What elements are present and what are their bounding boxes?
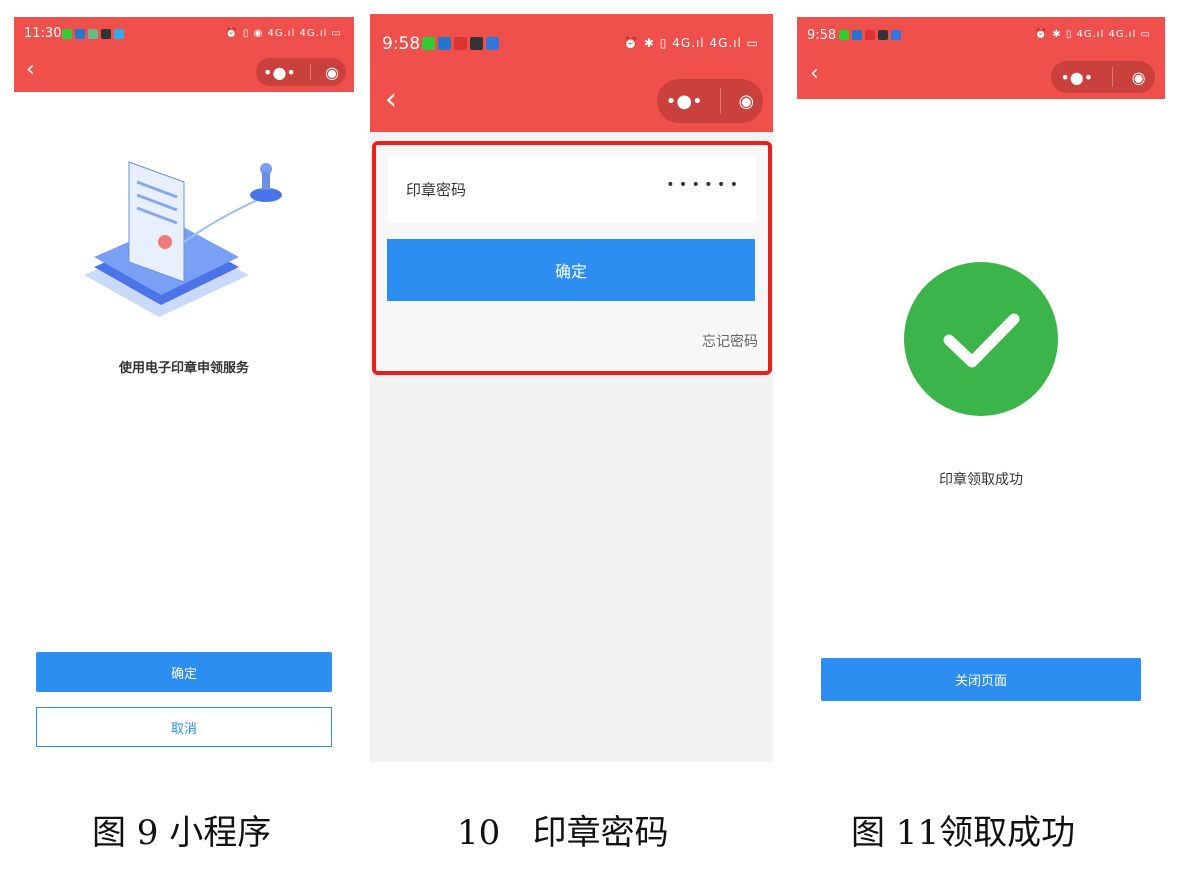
status-icons: ⏰ ▯ ◉ 4G.ıl 4G.ıl ▭ [225,28,342,39]
notification-icons [839,30,901,40]
password-form: 印章密码 • • • • • • 确定 忘记密码 [372,141,772,375]
success-check-icon [904,262,1058,416]
more-icon[interactable]: •●• [263,63,296,82]
nav-header: 9:58 ⏰ ✱ ▯ 4G.ıl 4G.ıl ▭ ‹ •●• ◉ [797,17,1165,99]
seal-illustration [84,161,282,317]
back-icon[interactable]: ‹ [385,82,397,117]
status-time: 9:58 [382,34,421,54]
phone-screen-success: 9:58 ⏰ ✱ ▯ 4G.ıl 4G.ıl ▭ ‹ •●• ◉ 印章领取成功 关… [797,17,1165,765]
close-target-icon[interactable]: ◉ [1132,68,1146,87]
password-input[interactable]: • • • • • • [666,177,738,193]
capsule-menu[interactable]: •●• ◉ [256,58,346,86]
nav-header: 11:30 ⏰ ▯ ◉ 4G.ıl 4G.ıl ▭ ‹ •●• ◉ [14,17,354,92]
back-icon[interactable]: ‹ [26,57,35,82]
capsule-menu[interactable]: •●• ◉ [657,79,763,123]
service-message: 使用电子印章申领服务 [118,361,249,376]
phone-screen-mini-program: 11:30 ⏰ ▯ ◉ 4G.ıl 4G.ıl ▭ ‹ •●• ◉ 使用电子印章申… [14,17,354,765]
capsule-menu[interactable]: •●• ◉ [1051,61,1155,93]
confirm-button[interactable]: 确定 [387,239,755,301]
caption-figure-11: 图 11领取成功 [851,813,1076,853]
back-icon[interactable]: ‹ [810,61,819,86]
close-page-button[interactable]: 关闭页面 [821,658,1141,701]
notification-icons [62,29,124,39]
success-message: 印章领取成功 [939,472,1023,488]
notification-icons [422,37,499,50]
more-icon[interactable]: •●• [666,91,703,112]
status-time: 9:58 [807,28,837,43]
password-field[interactable]: 印章密码 • • • • • • [388,155,756,223]
cancel-button[interactable]: 取消 [36,707,332,747]
nav-header: 9:58 ⏰ ✱ ▯ 4G.ıl 4G.ıl ▭ ‹ •●• ◉ [370,14,773,132]
status-icons: ⏰ ✱ ▯ 4G.ıl 4G.ıl ▭ [623,36,759,50]
password-label: 印章密码 [406,181,467,199]
status-icons: ⏰ ✱ ▯ 4G.ıl 4G.ıl ▭ [1034,29,1151,40]
caption-figure-10: 10 印章密码 [457,813,669,853]
confirm-button[interactable]: 确定 [36,652,332,692]
caption-figure-9: 图 9 小程序 [92,813,272,853]
more-icon[interactable]: •●• [1060,68,1093,87]
close-target-icon[interactable]: ◉ [325,63,339,82]
close-target-icon[interactable]: ◉ [739,91,755,112]
forgot-password-link[interactable]: 忘记密码 [702,331,758,351]
status-time: 11:30 [24,26,62,41]
phone-screen-seal-password: 9:58 ⏰ ✱ ▯ 4G.ıl 4G.ıl ▭ ‹ •●• ◉ 印章密码 • •… [370,14,773,762]
